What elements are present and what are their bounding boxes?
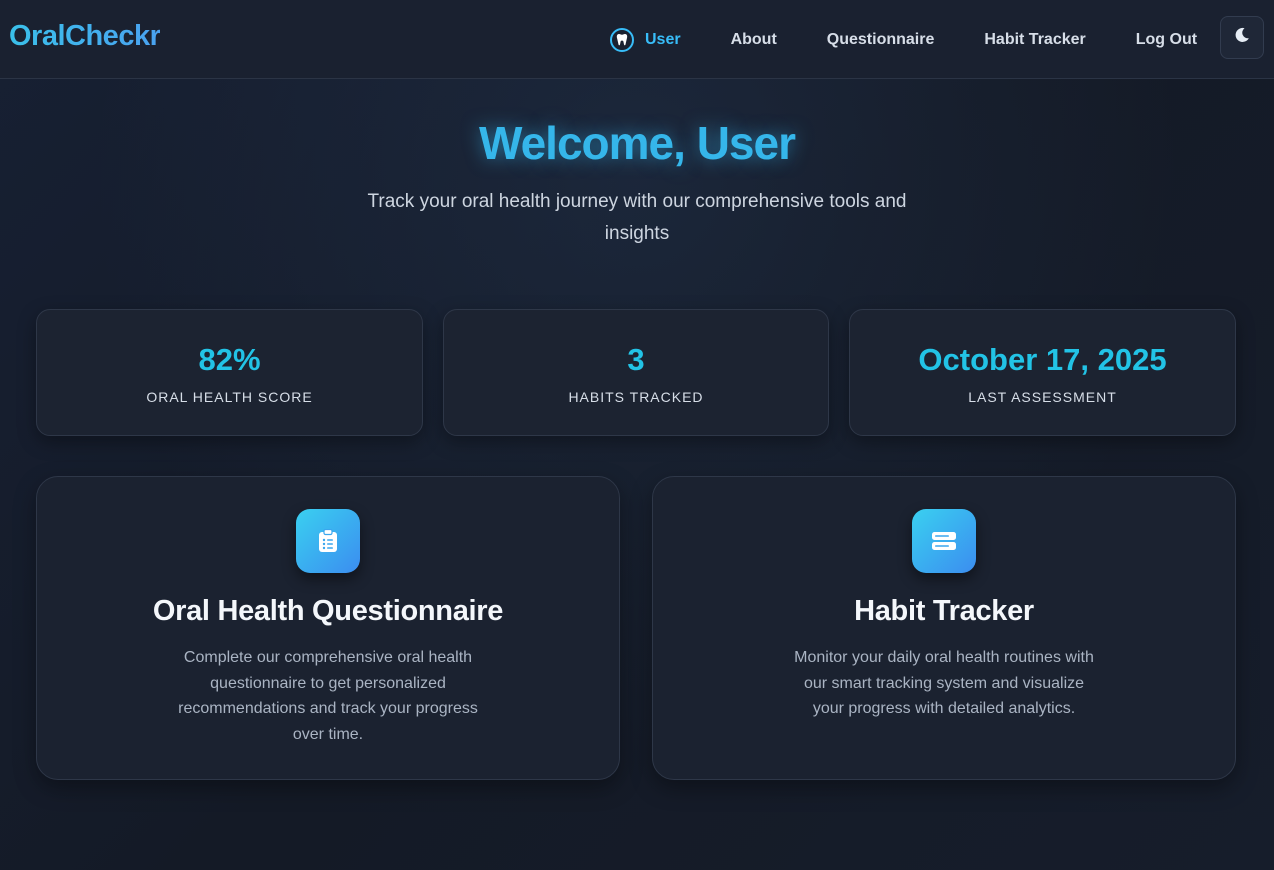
nav-item-user[interactable]: User [610,27,681,52]
stat-card-habits-tracked: 3 Habits Tracked [443,309,829,436]
page-title: Welcome, User [479,117,796,169]
nav-user-label: User [645,30,681,48]
nav-item-habit-tracker[interactable]: Habit Tracker [984,31,1085,49]
nav-item-questionnaire[interactable]: Questionnaire [827,31,935,49]
stat-card-last-assessment: October 17, 2025 Last Assessment [849,309,1236,436]
nav-links: User About Questionnaire Habit Tracker L… [610,0,1247,79]
brand-logo[interactable]: OralCheckr [9,20,161,53]
tooth-icon [610,27,634,52]
stat-label: Habits Tracked [568,389,704,405]
nav-item-logout[interactable]: Log Out [1136,31,1197,49]
feature-title: Habit Tracker [854,595,1034,627]
stat-value: 82% [198,342,261,377]
feature-title: Oral Health Questionnaire [152,595,504,627]
stat-label: Oral Health Score [146,389,313,405]
stat-value: 3 [627,342,645,377]
feature-description: Complete our comprehensive oral health q… [178,649,478,744]
theme-toggle-button[interactable] [1220,16,1264,59]
stat-value: October 17, 2025 [918,342,1167,377]
feature-card-habit-tracker[interactable]: Habit Tracker Monitor your daily oral he… [652,476,1236,780]
server-list-icon [912,509,976,573]
moon-icon [1234,27,1250,48]
nav-item-about[interactable]: About [731,31,777,49]
feature-description: Monitor your daily oral health routines … [794,649,1094,718]
navbar: OralCheckr User About Questionnaire Habi… [0,0,1274,79]
clipboard-icon [296,509,360,573]
stat-label: Last Assessment [968,389,1117,405]
stat-card-health-score: 82% Oral Health Score [36,309,423,436]
page-subtitle: Track your oral health journey with our … [367,191,907,244]
feature-card-questionnaire[interactable]: Oral Health Questionnaire Complete our c… [36,476,620,780]
